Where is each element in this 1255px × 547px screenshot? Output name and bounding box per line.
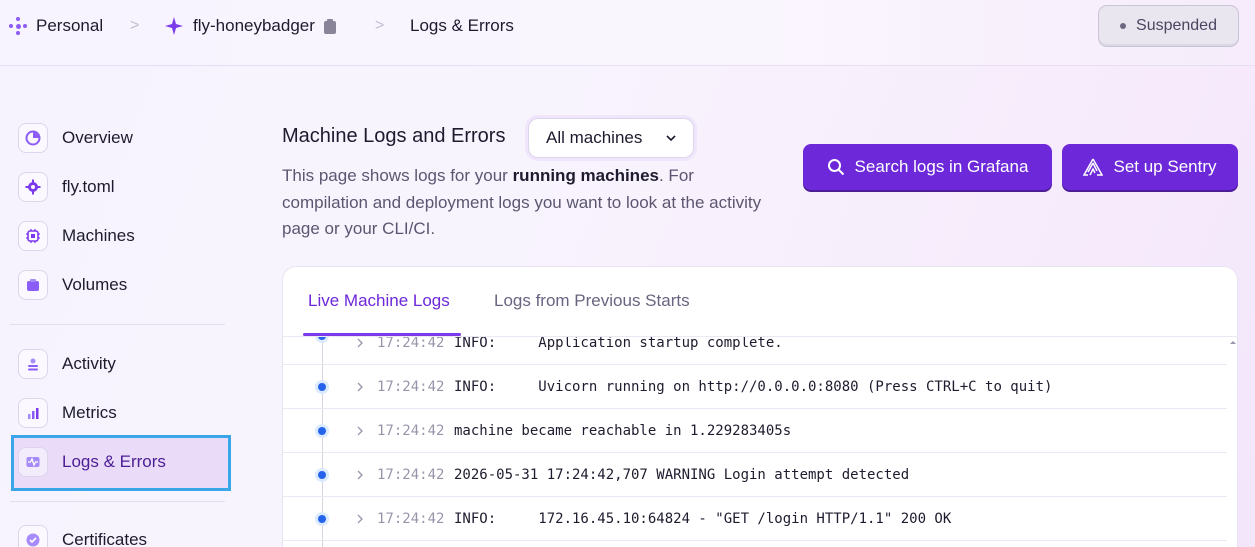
setup-sentry-button[interactable]: Set up Sentry — [1062, 144, 1238, 190]
clipboard-icon[interactable] — [323, 18, 336, 34]
log-timestamp: 17:24:42 — [377, 337, 445, 351]
breadcrumb-org-label: Personal — [36, 16, 104, 35]
sidebar-item-label: Logs & Errors — [62, 452, 166, 471]
gear-icon — [18, 172, 48, 202]
sidebar-item-label: Machines — [62, 226, 135, 245]
chevron-right-icon[interactable] — [355, 338, 365, 348]
sidebar-item-metrics[interactable]: Metrics — [18, 396, 228, 430]
logs-tabs: Live Machine Logs Logs from Previous Sta… — [283, 267, 1237, 337]
logs-panel: Live Machine Logs Logs from Previous Sta… — [282, 266, 1238, 547]
sidebar-item-fly-toml[interactable]: fly.toml — [18, 170, 228, 204]
pulse-icon — [18, 447, 48, 477]
chevron-right-icon[interactable] — [355, 514, 365, 524]
breadcrumb-separator: > — [375, 17, 385, 34]
machine-select[interactable]: All machines — [528, 118, 694, 158]
sidebar-item-activity[interactable]: Activity — [18, 347, 228, 381]
log-dot-icon — [315, 424, 329, 438]
breadcrumb-page-label: Logs & Errors — [410, 16, 514, 35]
sparkle-icon — [165, 17, 183, 35]
cpu-icon — [18, 221, 48, 251]
sentry-icon — [1083, 158, 1104, 176]
log-dot-icon — [315, 380, 329, 394]
sidebar-item-overview[interactable]: Overview — [18, 121, 228, 155]
log-message: INFO: 172.16.45.10:64824 - "GET /login H… — [454, 510, 952, 527]
status-badge[interactable]: Suspended — [1098, 5, 1239, 47]
sidebar: Overview fly.toml Machines Volumes Activ… — [0, 66, 240, 547]
log-dot-icon — [315, 337, 329, 343]
sidebar-divider — [10, 501, 225, 502]
top-bar: Personal > fly-honeybadger > Logs & Erro… — [0, 0, 1255, 66]
scroll-up-icon[interactable] — [1228, 337, 1238, 349]
description-text: This page shows logs for your — [282, 166, 513, 185]
log-message: machine became reachable in 1.229283405s — [454, 422, 792, 439]
breadcrumb-app[interactable]: fly-honeybadger — [165, 15, 336, 37]
log-message: 2026-05-31 17:24:42,707 WARNING Login at… — [454, 466, 910, 483]
sidebar-item-machines[interactable]: Machines — [18, 219, 228, 253]
sidebar-item-label: Volumes — [62, 275, 128, 294]
breadcrumb-page: Logs & Errors — [410, 15, 514, 37]
status-dot-icon — [1120, 23, 1127, 29]
active-tab-indicator — [303, 333, 461, 336]
search-grafana-label: Search logs in Grafana — [854, 157, 1029, 176]
log-dot-icon — [315, 468, 329, 482]
activity-icon — [18, 349, 48, 379]
log-row[interactable]: 17:24:42 INFO: Application startup compl… — [283, 337, 1227, 365]
breadcrumb-app-label: fly-honeybadger — [193, 16, 315, 35]
log-timestamp: 17:24:42 — [377, 378, 445, 395]
sidebar-item-label: Activity — [62, 354, 116, 373]
description-bold: running machines — [512, 166, 659, 185]
log-list[interactable]: 17:24:42 INFO: Application startup compl… — [283, 337, 1228, 547]
log-row[interactable]: 17:24:42 INFO: Uvicorn running on http:/… — [283, 365, 1227, 409]
page-title: Machine Logs and Errors — [282, 125, 506, 147]
sidebar-item-logs-errors[interactable]: Logs & Errors — [18, 445, 228, 479]
sidebar-item-certificates[interactable]: Certificates — [18, 523, 228, 547]
org-dots-icon — [8, 16, 28, 36]
log-message: INFO: Uvicorn running on http://0.0.0.0:… — [454, 378, 1053, 395]
status-label: Suspended — [1136, 17, 1217, 34]
breadcrumb-org[interactable]: Personal — [8, 15, 103, 37]
log-timestamp: 17:24:42 — [377, 422, 445, 439]
log-dot-icon — [315, 512, 329, 526]
sidebar-item-volumes[interactable]: Volumes — [18, 268, 228, 302]
sidebar-divider — [10, 324, 225, 325]
log-timestamp: 17:24:42 — [377, 466, 445, 483]
tab-previous-starts[interactable]: Logs from Previous Starts — [494, 291, 690, 311]
breadcrumb-separator: > — [130, 17, 140, 34]
log-message: INFO: Application startup complete. — [454, 337, 783, 351]
search-icon — [827, 159, 844, 176]
machine-select-value: All machines — [546, 128, 643, 147]
log-timestamp: 17:24:42 — [377, 510, 445, 527]
volume-icon — [18, 270, 48, 300]
sidebar-item-label: Certificates — [62, 530, 148, 547]
check-badge-icon — [18, 525, 48, 547]
chevron-right-icon[interactable] — [355, 470, 365, 480]
tab-live-machine-logs[interactable]: Live Machine Logs — [308, 291, 450, 311]
chevron-right-icon[interactable] — [355, 426, 365, 436]
pie-chart-icon — [18, 123, 48, 153]
page-description: This page shows logs for your running ma… — [282, 163, 762, 243]
bar-chart-icon — [18, 398, 48, 428]
sidebar-item-label: Overview — [62, 128, 133, 147]
chevron-down-icon — [666, 135, 676, 142]
chevron-right-icon[interactable] — [355, 382, 365, 392]
setup-sentry-label: Set up Sentry — [1113, 157, 1217, 176]
log-row[interactable]: 17:24:42 machine became reachable in 1.2… — [283, 409, 1227, 453]
log-row[interactable]: 17:24:42 INFO: 172.16.45.10:64824 - "GET… — [283, 497, 1227, 541]
log-row[interactable]: 17:24:42 2026-05-31 17:24:42,707 WARNING… — [283, 453, 1227, 497]
search-grafana-button[interactable]: Search logs in Grafana — [803, 144, 1052, 190]
sidebar-item-label: fly.toml — [62, 177, 115, 196]
sidebar-item-label: Metrics — [62, 403, 117, 422]
